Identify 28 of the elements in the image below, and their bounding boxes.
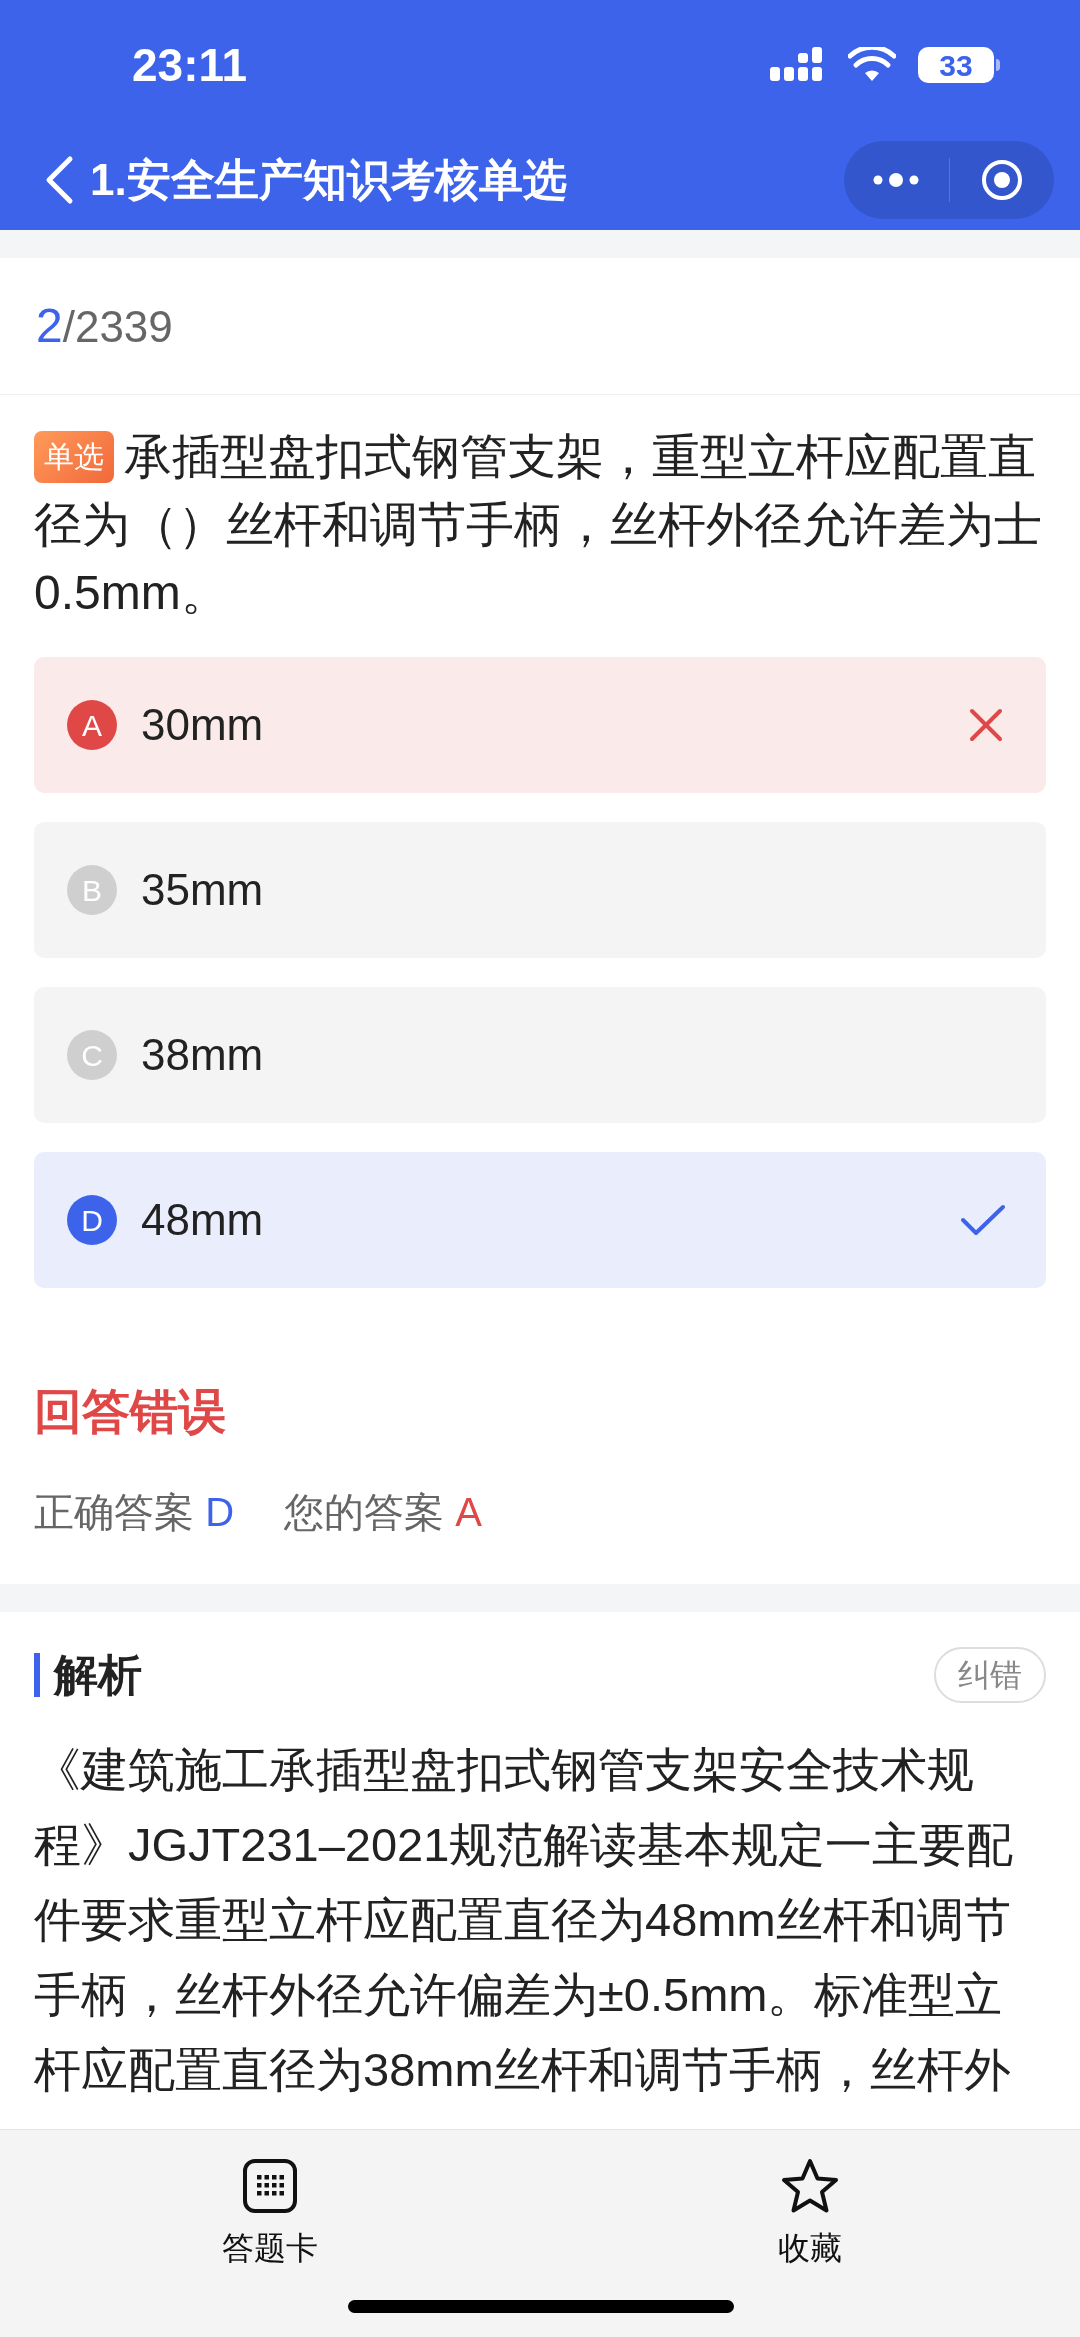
answer-option[interactable]: D 48mm	[34, 1152, 1046, 1288]
grid-icon	[242, 2158, 298, 2214]
page-title: 1.安全生产知识考核单选	[90, 154, 567, 206]
option-text: 35mm	[141, 864, 265, 916]
question-counter: 2/2339	[36, 298, 173, 354]
battery-indicator: 33	[918, 47, 1000, 83]
option-text: 38mm	[141, 1029, 265, 1081]
tab-bar-item[interactable]: 收藏	[540, 2130, 1080, 2272]
option-text: 30mm	[141, 699, 265, 751]
question-text: 单选 承插型盘扣式钢管支架，重型立杆应配置直径为（）丝杆和调节手柄，丝杆外径允许差为士0.5mm。	[34, 429, 1043, 621]
star-icon	[780, 2158, 840, 2214]
your-answer: 您的答案 A	[284, 1489, 482, 1536]
status-time: 23:11	[132, 37, 248, 93]
question-type-badge: 单选	[34, 431, 114, 483]
analysis-text: 《建筑施工承插型盘扣式钢管支架安全技术规程》JGJT231–2021规范解读基本规定一主要配件要求重型立杆应配置直径为48mm丝杆和调节手柄，丝杆外径允许偏差为±0.5mm。标准型立杆应配置直径为38mm丝杆和调节手柄，丝杆外	[34, 1742, 1015, 2098]
option-letter: D	[67, 1195, 117, 1245]
answer-option[interactable]: A 30mm	[34, 657, 1046, 793]
target-icon[interactable]	[979, 158, 1024, 202]
report-error-button[interactable]: 纠错	[934, 1647, 1046, 1703]
more-icon[interactable]	[872, 172, 921, 188]
option-letter: A	[67, 700, 117, 750]
back-icon[interactable]	[44, 155, 74, 205]
tab-bar-item[interactable]: 答题卡	[0, 2130, 540, 2272]
wifi-icon	[848, 47, 896, 83]
correct-answer: 正确答案 D	[34, 1489, 234, 1536]
analysis-heading: 解析	[54, 1649, 142, 1701]
result-heading: 回答错误	[34, 1384, 227, 1440]
option-text: 48mm	[141, 1194, 265, 1246]
